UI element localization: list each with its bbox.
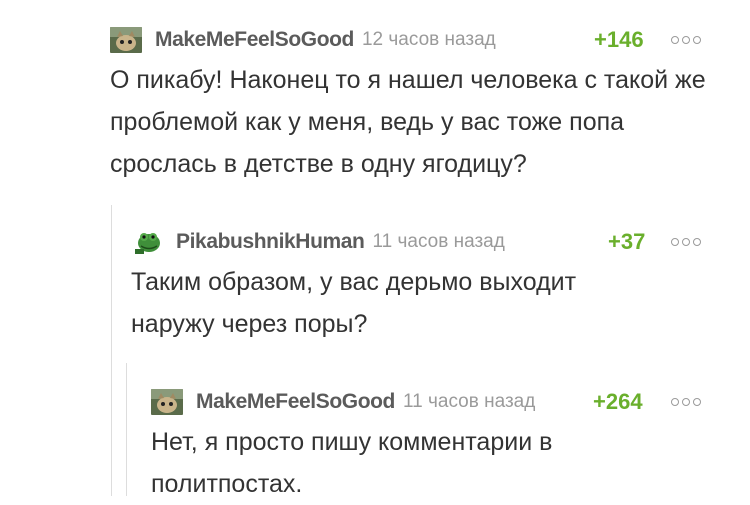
comment: PikabushnikHuman 11 часов назад +37 Таки… <box>131 228 706 358</box>
comment-timestamp[interactable]: 12 часов назад <box>362 29 496 51</box>
thread-line <box>126 363 127 496</box>
comment-rating: +146 <box>594 27 644 52</box>
comment-text: Таким образом, у вас дерьмо выходит нару… <box>131 268 577 338</box>
comment-timestamp[interactable]: 11 часов назад <box>403 391 535 413</box>
more-options-icon[interactable] <box>671 228 701 256</box>
author-name[interactable]: MakeMeFeelSoGood <box>196 390 395 414</box>
comment-rating: +264 <box>593 389 643 414</box>
cat-avatar-icon[interactable] <box>110 27 142 53</box>
more-options-icon[interactable] <box>671 388 701 416</box>
frog-avatar-icon[interactable] <box>131 229 163 255</box>
author-name[interactable]: PikabushnikHuman <box>176 230 365 254</box>
comment-rating: +37 <box>608 229 646 254</box>
comment: MakeMeFeelSoGood 11 часов назад +264 Нет… <box>151 388 711 498</box>
comment-header: MakeMeFeelSoGood 11 часов назад <box>151 388 535 416</box>
comment-text: О пикабу! Наконец то я нашел человека с … <box>110 66 706 178</box>
comment-text: Нет, я просто пишу комментарии в политпо… <box>151 428 553 498</box>
comment-header: MakeMeFeelSoGood 12 часов назад <box>110 26 496 54</box>
thread-line <box>111 205 112 496</box>
author-name[interactable]: MakeMeFeelSoGood <box>155 28 354 52</box>
more-options-icon[interactable] <box>671 26 701 54</box>
comment: MakeMeFeelSoGood 12 часов назад +146 О п… <box>110 26 710 196</box>
comment-header: PikabushnikHuman 11 часов назад <box>131 228 505 256</box>
comment-timestamp[interactable]: 11 часов назад <box>372 231 504 253</box>
cat-avatar-icon[interactable] <box>151 389 183 415</box>
